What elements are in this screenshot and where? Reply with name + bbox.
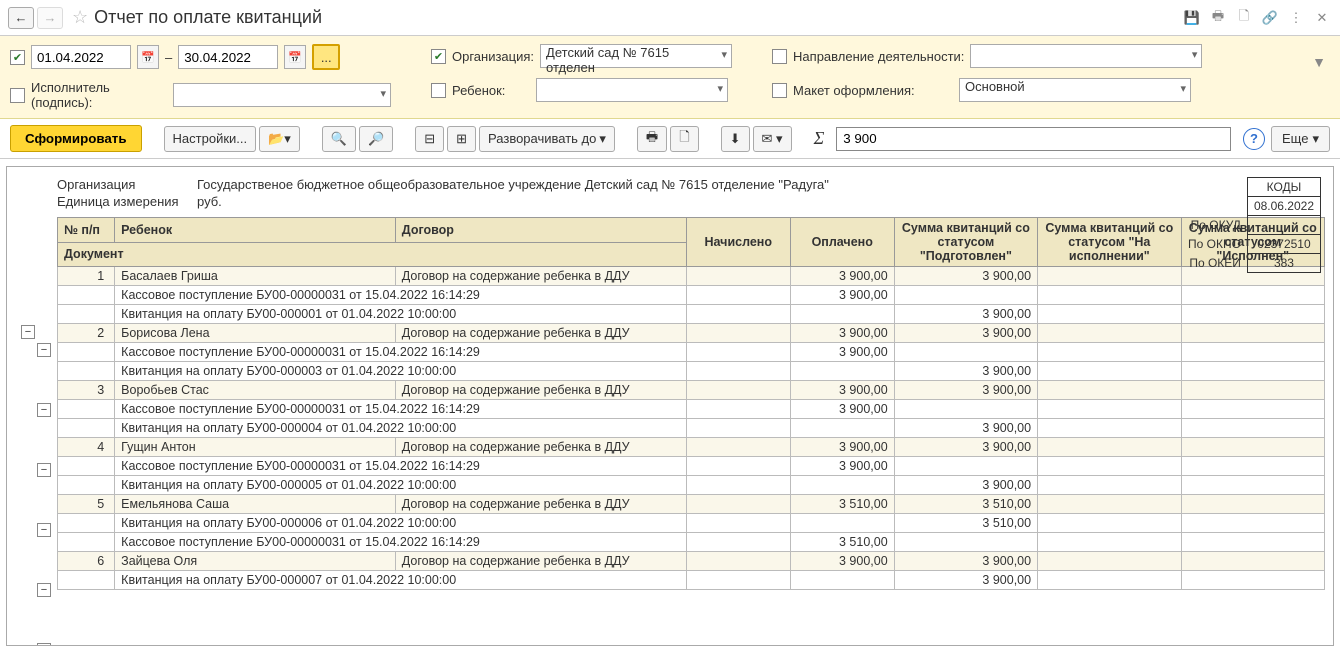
table-row[interactable]: Кассовое поступление БУ00-00000031 от 15…: [58, 286, 1325, 305]
table-row[interactable]: 4Гущин АнтонДоговор на содержание ребенк…: [58, 438, 1325, 457]
more-vert-icon[interactable]: ⋮: [1286, 8, 1306, 28]
meta-org-value: Государственое бюджетное общеобразовател…: [197, 177, 829, 192]
child-label: Ребенок:: [452, 83, 530, 98]
codes-date: 08.06.2022: [1247, 197, 1320, 216]
meta-unit-value: руб.: [197, 194, 222, 209]
help-button[interactable]: ?: [1243, 128, 1265, 150]
col-exec: Сумма квитанций со статусом "На исполнен…: [1038, 218, 1181, 267]
tree-toggle[interactable]: −: [37, 583, 51, 597]
table-row[interactable]: Квитанция на оплату БУ00-000001 от 01.04…: [58, 305, 1325, 324]
print-button[interactable]: 🖶: [637, 126, 667, 152]
save-icon[interactable]: 💾: [1182, 8, 1202, 28]
activity-label: Направление деятельности:: [793, 49, 964, 64]
date-to-input[interactable]: [178, 45, 278, 69]
activity-select[interactable]: [970, 44, 1202, 68]
table-row[interactable]: Кассовое поступление БУ00-00000031 от 15…: [58, 400, 1325, 419]
tree-toggle[interactable]: −: [37, 643, 51, 646]
table-row[interactable]: Квитанция на оплату БУ00-000006 от 01.04…: [58, 514, 1325, 533]
filter-icon[interactable]: ▼: [1312, 54, 1326, 70]
col-child: Ребенок: [115, 218, 396, 243]
date-enable-checkbox[interactable]: [10, 50, 25, 65]
date-dash: –: [165, 50, 172, 65]
zoom-in-button[interactable]: 🔍: [322, 126, 356, 152]
settings-button[interactable]: Настройки...: [164, 126, 257, 152]
org-checkbox[interactable]: [431, 49, 446, 64]
table-row[interactable]: Квитанция на оплату БУ00-000005 от 01.04…: [58, 476, 1325, 495]
back-button[interactable]: ←: [8, 7, 34, 29]
activity-checkbox[interactable]: [772, 49, 787, 64]
save-button[interactable]: ⬇: [721, 126, 750, 152]
executor-select[interactable]: [173, 83, 391, 107]
org-select[interactable]: Детский сад № 7615 отделен: [540, 44, 732, 68]
favorite-icon[interactable]: ☆: [72, 7, 88, 28]
table-row[interactable]: Кассовое поступление БУ00-00000031 от 15…: [58, 533, 1325, 552]
codes-box: КОДЫ 08.06.2022 По ОКУД По ОКПО02372510 …: [1182, 177, 1321, 273]
table-row[interactable]: 2Борисова ЛенаДоговор на содержание ребе…: [58, 324, 1325, 343]
date-period-button[interactable]: ...: [312, 44, 340, 70]
preview-icon[interactable]: 🗋: [1234, 8, 1254, 28]
table-row[interactable]: Квитанция на оплату БУ00-000004 от 01.04…: [58, 419, 1325, 438]
expand-to-button[interactable]: Разворачивать до ▾: [479, 126, 615, 152]
sum-input[interactable]: [836, 127, 1231, 151]
table-row[interactable]: Квитанция на оплату БУ00-000007 от 01.04…: [58, 571, 1325, 590]
date-from-calendar[interactable]: 📅: [137, 45, 159, 69]
link-icon[interactable]: 🔗: [1260, 8, 1280, 28]
table-row[interactable]: 6Зайцева ОляДоговор на содержание ребенк…: [58, 552, 1325, 571]
tree-toggle[interactable]: −: [37, 343, 51, 357]
print-icon[interactable]: 🖶: [1208, 8, 1228, 28]
layout-label: Макет оформления:: [793, 83, 953, 98]
zoom-out-button[interactable]: 🔎: [359, 126, 393, 152]
child-checkbox[interactable]: [431, 83, 446, 98]
child-select[interactable]: [536, 78, 728, 102]
codes-title: КОДЫ: [1247, 178, 1320, 197]
date-to-calendar[interactable]: 📅: [284, 45, 306, 69]
tree-toggle-root[interactable]: −: [21, 325, 35, 339]
generate-button[interactable]: Сформировать: [10, 125, 142, 152]
layout-value: Основной: [965, 79, 1025, 94]
preview-button[interactable]: 🗋: [670, 126, 698, 152]
report-area: КОДЫ 08.06.2022 По ОКУД По ОКПО02372510 …: [6, 166, 1334, 646]
tree-toggle[interactable]: −: [37, 403, 51, 417]
org-value: Детский сад № 7615 отделен: [546, 45, 669, 75]
forward-button[interactable]: →: [37, 7, 63, 29]
col-np: № п/п: [58, 218, 115, 243]
page-title: Отчет по оплате квитанций: [94, 7, 1176, 28]
table-row[interactable]: Квитанция на оплату БУ00-000003 от 01.04…: [58, 362, 1325, 381]
date-from-input[interactable]: [31, 45, 131, 69]
close-icon[interactable]: ✕: [1312, 8, 1332, 28]
col-prep: Сумма квитанций со статусом "Подготовлен…: [894, 218, 1037, 267]
collapse-button[interactable]: ⊟: [415, 126, 444, 152]
table-row[interactable]: Кассовое поступление БУ00-00000031 от 15…: [58, 343, 1325, 362]
org-label: Организация:: [452, 49, 534, 64]
table-row[interactable]: 3Воробьев СтасДоговор на содержание ребе…: [58, 381, 1325, 400]
table-row[interactable]: Кассовое поступление БУ00-00000031 от 15…: [58, 457, 1325, 476]
settings-load-button[interactable]: 📂▾: [259, 126, 300, 152]
tree-toggle[interactable]: −: [37, 523, 51, 537]
col-accrued: Начислено: [686, 218, 790, 267]
tree-toggle[interactable]: −: [37, 463, 51, 477]
meta-unit-label: Единица измерения: [57, 194, 197, 209]
sigma-icon: Σ: [814, 128, 825, 149]
col-contract: Договор: [395, 218, 686, 243]
layout-checkbox[interactable]: [772, 83, 787, 98]
table-row[interactable]: 5Емельянова СашаДоговор на содержание ре…: [58, 495, 1325, 514]
report-table: № п/п Ребенок Договор Начислено Оплачено…: [57, 217, 1325, 590]
more-button[interactable]: Еще ▾: [1271, 126, 1330, 152]
executor-checkbox[interactable]: [10, 88, 25, 103]
col-doc: Документ: [58, 242, 687, 267]
col-paid: Оплачено: [790, 218, 894, 267]
expand-button[interactable]: ⊞: [447, 126, 476, 152]
send-button[interactable]: ✉ ▾: [753, 126, 792, 152]
meta-org-label: Организация: [57, 177, 197, 192]
layout-select[interactable]: Основной: [959, 78, 1191, 102]
table-row[interactable]: 1Басалаев ГришаДоговор на содержание реб…: [58, 267, 1325, 286]
executor-label: Исполнитель (подпись):: [31, 80, 167, 110]
